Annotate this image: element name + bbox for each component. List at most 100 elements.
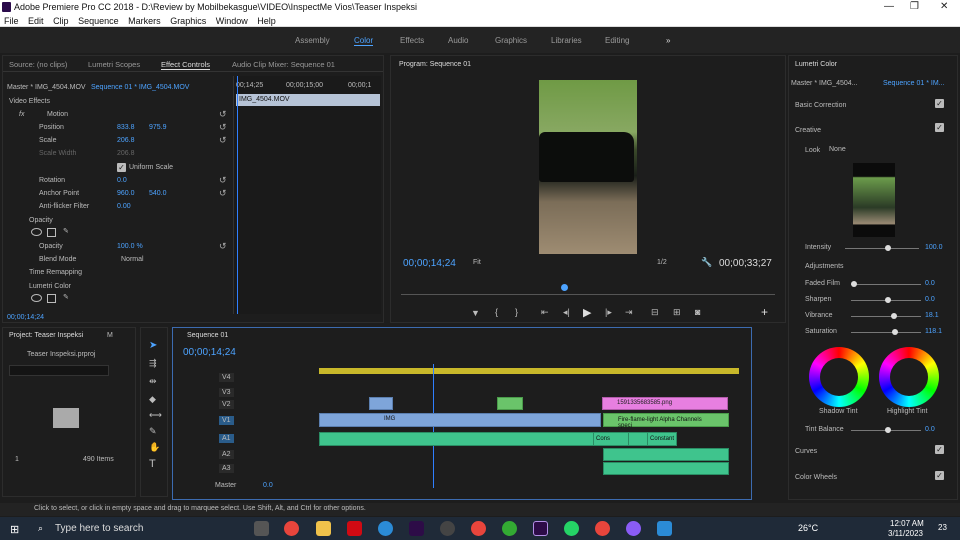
clip-v1[interactable]: IMG	[319, 413, 601, 427]
curves-heading[interactable]: Curves	[795, 448, 817, 455]
lift-icon[interactable]: ⊟	[651, 307, 659, 318]
program-playhead[interactable]	[561, 284, 568, 291]
ellipse-mask-icon[interactable]	[31, 228, 42, 236]
workspace-effects[interactable]: Effects	[400, 36, 424, 45]
bin-folder-icon[interactable]	[53, 408, 79, 428]
razor-icon[interactable]: ◆	[149, 394, 156, 405]
lumetri-ellipse-mask-icon[interactable]	[31, 294, 42, 302]
play-icon[interactable]: ▶	[583, 306, 591, 319]
saturation-slider[interactable]	[851, 329, 921, 335]
netflix-icon[interactable]	[347, 521, 362, 536]
chrome-icon[interactable]	[284, 521, 299, 536]
clip-fire[interactable]: Fire-flame-light Alpha Channels speci	[603, 413, 729, 429]
reset-rotation-icon[interactable]: ↺	[219, 175, 377, 186]
project-search-input[interactable]	[9, 365, 109, 376]
timeline-timecode[interactable]: 00;00;14;24	[183, 347, 236, 358]
opacity-heading[interactable]: Opacity	[29, 217, 53, 224]
clock-time[interactable]: 12:07 AM	[890, 519, 924, 528]
intensity-value[interactable]: 100.0	[925, 244, 943, 251]
menu-help[interactable]: Help	[257, 16, 276, 26]
track-label-v2[interactable]: V2	[219, 400, 234, 409]
app-taskbar-icon[interactable]	[440, 521, 455, 536]
program-title[interactable]: Program: Sequence 01	[399, 61, 471, 68]
selection-tool-icon[interactable]: ➤	[149, 340, 157, 351]
tab-source[interactable]: Source: (no clips)	[9, 60, 67, 69]
reset-anchor-icon[interactable]: ↺	[219, 188, 377, 199]
lumetri-master-label[interactable]: Master * IMG_4504...	[791, 80, 858, 87]
position-x-value[interactable]: 833.8	[117, 124, 135, 131]
premiere-active-icon[interactable]	[533, 521, 548, 536]
sharpen-slider[interactable]	[851, 297, 921, 303]
creative-heading[interactable]: Creative	[795, 127, 821, 134]
time-remapping-heading[interactable]: Time Remapping	[29, 269, 82, 276]
chrome-3-icon[interactable]	[595, 521, 610, 536]
track-label-a1[interactable]: A1	[219, 434, 234, 443]
faded-film-value[interactable]: 0.0	[925, 280, 935, 287]
workspace-assembly[interactable]: Assembly	[295, 36, 330, 45]
track-label-v1[interactable]: V1	[219, 416, 234, 425]
xbox-icon[interactable]	[502, 521, 517, 536]
color-wheels-heading[interactable]: Color Wheels	[795, 474, 837, 481]
reset-position-icon[interactable]: ↺	[219, 122, 377, 133]
file-explorer-icon[interactable]	[316, 521, 331, 536]
notification-badge[interactable]: 23	[938, 523, 947, 532]
go-to-in-icon[interactable]: ⇤	[541, 307, 549, 318]
maximize-icon[interactable]: ❐	[910, 1, 919, 12]
whatsapp-icon[interactable]	[564, 521, 579, 536]
taskbar-search[interactable]: Type here to search	[55, 523, 143, 534]
export-frame-icon[interactable]: ◙	[695, 307, 700, 317]
menu-edit[interactable]: Edit	[28, 16, 44, 26]
media-player-icon[interactable]	[657, 521, 672, 536]
vibrance-value[interactable]: 18.1	[925, 312, 939, 319]
weather-temp[interactable]: 26°C	[798, 523, 818, 533]
clip-a1-constant[interactable]: Constant	[647, 432, 677, 446]
mark-in-icon[interactable]: {	[495, 307, 498, 317]
tab-audio-clip-mixer[interactable]: Audio Clip Mixer: Sequence 01	[232, 60, 335, 69]
motion-heading[interactable]: Motion	[47, 111, 68, 118]
program-timecode[interactable]: 00;00;14;24	[403, 258, 456, 269]
look-preview[interactable]	[853, 163, 895, 237]
track-label-v3[interactable]: V3	[219, 388, 234, 397]
shadow-tint-wheel[interactable]	[809, 347, 869, 407]
reset-motion-icon[interactable]: ↺	[219, 109, 377, 120]
wrench-icon[interactable]: 🔧	[701, 257, 712, 268]
close-icon[interactable]: ✕	[940, 1, 948, 12]
chrome-2-icon[interactable]	[471, 521, 486, 536]
premiere-taskbar-icon[interactable]	[409, 521, 424, 536]
menu-file[interactable]: File	[4, 16, 19, 26]
project-tab[interactable]: Project: Teaser Inspeksi	[9, 332, 83, 339]
track-select-icon[interactable]: ⇶	[149, 358, 157, 369]
step-back-icon[interactable]: ◂|	[563, 307, 570, 318]
antiflicker-value[interactable]: 0.00	[117, 203, 131, 210]
tab-lumetri-scopes[interactable]: Lumetri Scopes	[88, 60, 140, 69]
go-to-out-icon[interactable]: ⇥	[625, 307, 633, 318]
tint-balance-value[interactable]: 0.0	[925, 426, 935, 433]
edge-icon[interactable]	[378, 521, 393, 536]
clip-v2[interactable]	[497, 397, 523, 410]
resolution-select[interactable]: 1/2	[657, 259, 667, 266]
add-marker-icon[interactable]: ▼	[471, 308, 480, 318]
clip-v3[interactable]	[369, 397, 393, 410]
lumetri-pen-mask-icon[interactable]: ✎	[63, 293, 69, 301]
clip-a1-cons[interactable]: Cons	[593, 432, 629, 446]
lumetri-title[interactable]: Lumetri Color	[795, 61, 837, 68]
reset-scale-icon[interactable]: ↺	[219, 135, 377, 146]
pen-mask-icon[interactable]: ✎	[63, 227, 69, 235]
ec-clip[interactable]: IMG_4504.MOV	[236, 94, 380, 106]
rotation-value[interactable]: 0.0	[117, 177, 127, 184]
clip-png[interactable]: 1591335683585.png	[602, 397, 728, 410]
lumetri-seq-label[interactable]: Sequence 01 * IM...	[883, 80, 944, 87]
workspace-graphics[interactable]: Graphics	[495, 36, 527, 45]
vibrance-slider[interactable]	[851, 313, 921, 319]
menu-markers[interactable]: Markers	[128, 16, 161, 26]
tint-balance-slider[interactable]	[851, 427, 921, 433]
menu-graphics[interactable]: Graphics	[170, 16, 206, 26]
workspace-editing[interactable]: Editing	[605, 36, 629, 45]
menu-window[interactable]: Window	[216, 16, 248, 26]
saturation-value[interactable]: 118.1	[925, 328, 942, 335]
curves-checkbox[interactable]: ✓	[935, 445, 944, 454]
basic-correction-checkbox[interactable]: ✓	[935, 99, 944, 108]
sharpen-value[interactable]: 0.0	[925, 296, 935, 303]
workspace-audio[interactable]: Audio	[448, 36, 468, 45]
tab-effect-controls[interactable]: Effect Controls	[161, 60, 211, 70]
